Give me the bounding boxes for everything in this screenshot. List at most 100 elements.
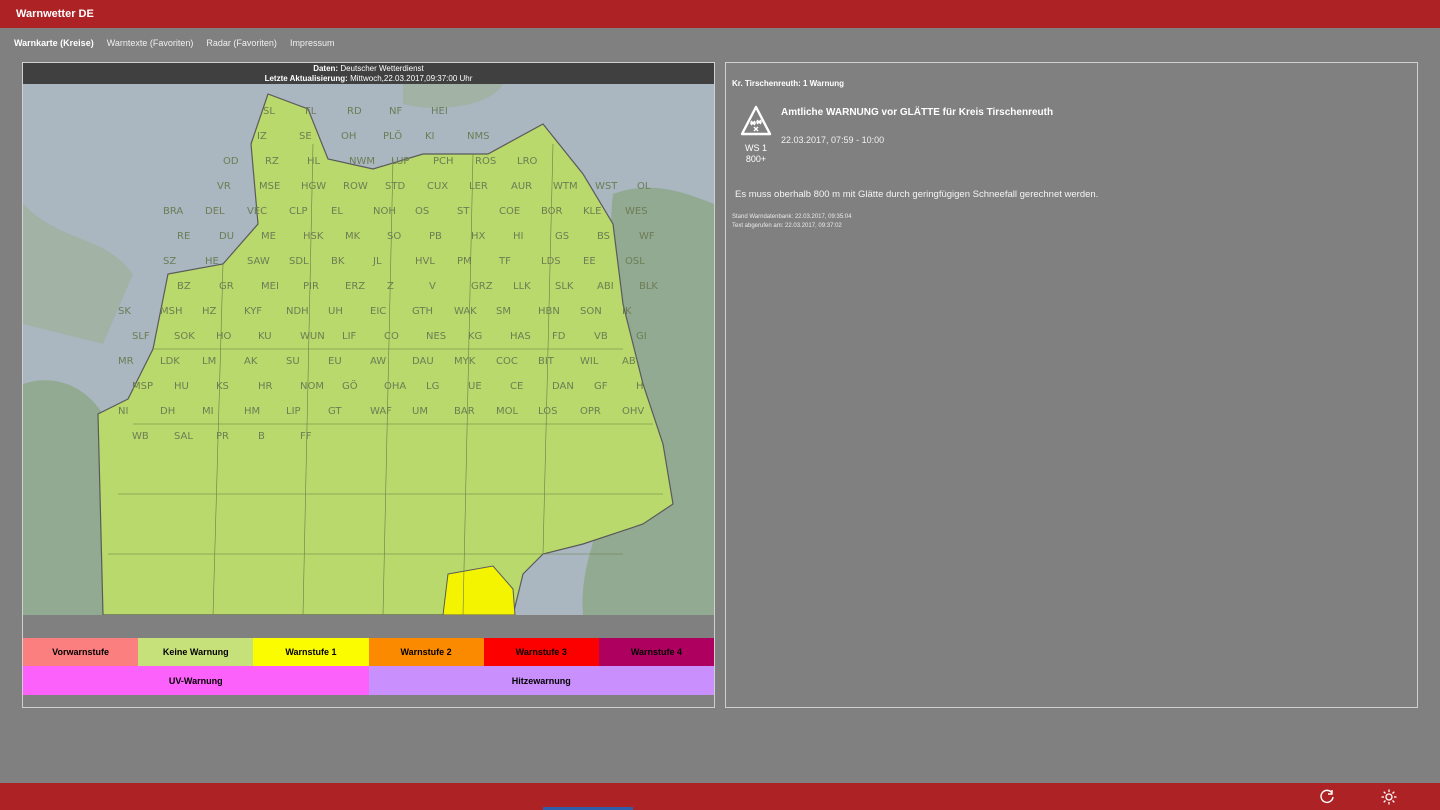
district-label: GR bbox=[219, 281, 234, 292]
district-label: EU bbox=[328, 356, 342, 367]
nav-tabs: Warnkarte (Kreise) Warntexte (Favoriten)… bbox=[14, 38, 334, 52]
district-label: ERZ bbox=[345, 281, 365, 292]
district-label: DAU bbox=[412, 356, 434, 367]
district-label: B bbox=[258, 431, 265, 442]
district-label: SU bbox=[286, 356, 300, 367]
district-label: VR bbox=[217, 181, 231, 192]
warning-triangle-icon bbox=[740, 105, 772, 136]
district-label: BIT bbox=[538, 356, 555, 367]
district-label: COC bbox=[496, 356, 518, 367]
district-label: NOM bbox=[300, 381, 324, 392]
tab-impressum[interactable]: Impressum bbox=[290, 38, 335, 52]
district-label: PB bbox=[429, 231, 442, 242]
update-label: Letzte Aktualisierung: bbox=[264, 74, 348, 83]
district-label: GS bbox=[555, 231, 569, 242]
district-label: CLP bbox=[289, 206, 308, 217]
warning-code: WS 1 bbox=[744, 143, 767, 153]
district-label: COE bbox=[499, 206, 520, 217]
legend-vorwarnstufe[interactable]: Vorwarnstufe bbox=[23, 638, 139, 666]
legend-warnstufe-1[interactable]: Warnstufe 1 bbox=[253, 638, 369, 666]
district-label: PCH bbox=[433, 156, 454, 167]
district-label: NWM bbox=[349, 156, 375, 167]
district-label: SLK bbox=[555, 281, 574, 292]
warning-altitude: 800+ bbox=[745, 154, 767, 164]
legend-warnstufe-2[interactable]: Warnstufe 2 bbox=[368, 638, 484, 666]
district-label: FL bbox=[305, 106, 317, 117]
bottom-app-bar bbox=[0, 783, 1440, 810]
district-label: HE bbox=[205, 256, 219, 267]
district-label: PLÖ bbox=[383, 129, 402, 142]
district-label: DEL bbox=[205, 206, 225, 217]
legend-hitzewarnung[interactable]: Hitzewarnung bbox=[368, 666, 714, 695]
district-label: MSH bbox=[160, 306, 183, 317]
district-label: WTM bbox=[553, 181, 578, 192]
district-label: EE bbox=[583, 256, 596, 267]
district-label: STD bbox=[385, 181, 405, 192]
map-header: Daten: Deutscher Wetterdienst Letzte Akt… bbox=[23, 63, 714, 84]
district-label: SE bbox=[299, 131, 312, 142]
warning-map-panel: Daten: Deutscher Wetterdienst Letzte Akt… bbox=[22, 62, 715, 708]
district-label: HL bbox=[307, 156, 321, 167]
meta-db-status: Stand Warndatenbank: 22.03.2017, 09:35:0… bbox=[732, 214, 852, 220]
district-label: ABI bbox=[597, 281, 614, 292]
district-label: HZ bbox=[202, 306, 217, 317]
district-label: LUP bbox=[391, 156, 409, 167]
update-value: Mittwoch,22.03.2017,09:37:00 Uhr bbox=[350, 74, 473, 83]
district-label: CO bbox=[384, 331, 399, 342]
district-label: WAF bbox=[370, 406, 392, 417]
district-label: UM bbox=[412, 406, 428, 417]
district-label: KYF bbox=[244, 306, 262, 317]
district-label: OHV bbox=[622, 406, 644, 417]
district-label: EL bbox=[331, 206, 343, 217]
district-label: HSK bbox=[303, 231, 324, 242]
district-label: UH bbox=[328, 306, 343, 317]
district-label: KU bbox=[258, 331, 272, 342]
district-label: BLK bbox=[639, 281, 658, 292]
district-label: ME bbox=[261, 231, 276, 242]
district-label: HAS bbox=[510, 331, 531, 342]
district-label: SL bbox=[263, 106, 275, 117]
legend-row-1: Vorwarnstufe Keine Warnung Warnstufe 1 W… bbox=[23, 638, 715, 666]
district-label: SAL bbox=[174, 431, 193, 442]
legend-warnstufe-3[interactable]: Warnstufe 3 bbox=[483, 638, 599, 666]
meta-fetch-time: Text abgerufen am: 22.03.2017, 09:37:02 bbox=[732, 223, 842, 229]
district-label: GF bbox=[594, 381, 608, 392]
warning-meta: Stand Warndatenbank: 22.03.2017, 09:35:0… bbox=[732, 213, 852, 231]
district-label: HU bbox=[174, 381, 189, 392]
tab-radar[interactable]: Radar (Favoriten) bbox=[206, 38, 277, 52]
legend-keine-warnung[interactable]: Keine Warnung bbox=[138, 638, 254, 666]
settings-icon[interactable] bbox=[1380, 788, 1398, 806]
district-label: BAR bbox=[454, 406, 475, 417]
tab-warntexte[interactable]: Warntexte (Favoriten) bbox=[107, 38, 194, 52]
district-label: BK bbox=[331, 256, 345, 267]
germany-warning-map[interactable]: SL FL RD NF HEI IZ SE OH PLÖ KI NMS OD RZ HL NWM LUP PCH… bbox=[23, 84, 714, 615]
district-label: AW bbox=[370, 356, 386, 367]
district-label: Z bbox=[387, 281, 394, 292]
district-label: MYK bbox=[454, 356, 476, 367]
district-label: V bbox=[429, 281, 436, 292]
district-label: SAW bbox=[247, 256, 270, 267]
district-label: NI bbox=[118, 406, 128, 417]
legend-uv-warnung[interactable]: UV-Warnung bbox=[23, 666, 369, 695]
district-label: OD bbox=[223, 156, 239, 167]
legend-warnstufe-4[interactable]: Warnstufe 4 bbox=[598, 638, 715, 666]
district-label: UE bbox=[468, 381, 482, 392]
district-label: HX bbox=[471, 231, 486, 242]
district-label: HBN bbox=[538, 306, 560, 317]
warning-title: Amtliche WARNUNG vor GLÄTTE für Kreis Ti… bbox=[781, 107, 1054, 118]
district-label: GRZ bbox=[471, 281, 493, 292]
district-label: SZ bbox=[163, 256, 176, 267]
district-label: WAK bbox=[454, 306, 477, 317]
district-label: NMS bbox=[467, 131, 489, 142]
district-label: EIC bbox=[370, 306, 386, 317]
district-label: HI bbox=[513, 231, 523, 242]
district-label: H bbox=[636, 381, 644, 392]
district-label: WB bbox=[132, 431, 149, 442]
district-label: SLF bbox=[132, 331, 150, 342]
district-label: SOK bbox=[174, 331, 195, 342]
refresh-icon[interactable] bbox=[1318, 788, 1336, 806]
district-label: MSP bbox=[132, 381, 153, 392]
tab-warnkarte[interactable]: Warnkarte (Kreise) bbox=[14, 38, 94, 52]
district-label: OS bbox=[415, 206, 429, 217]
district-label: JL bbox=[372, 256, 382, 267]
